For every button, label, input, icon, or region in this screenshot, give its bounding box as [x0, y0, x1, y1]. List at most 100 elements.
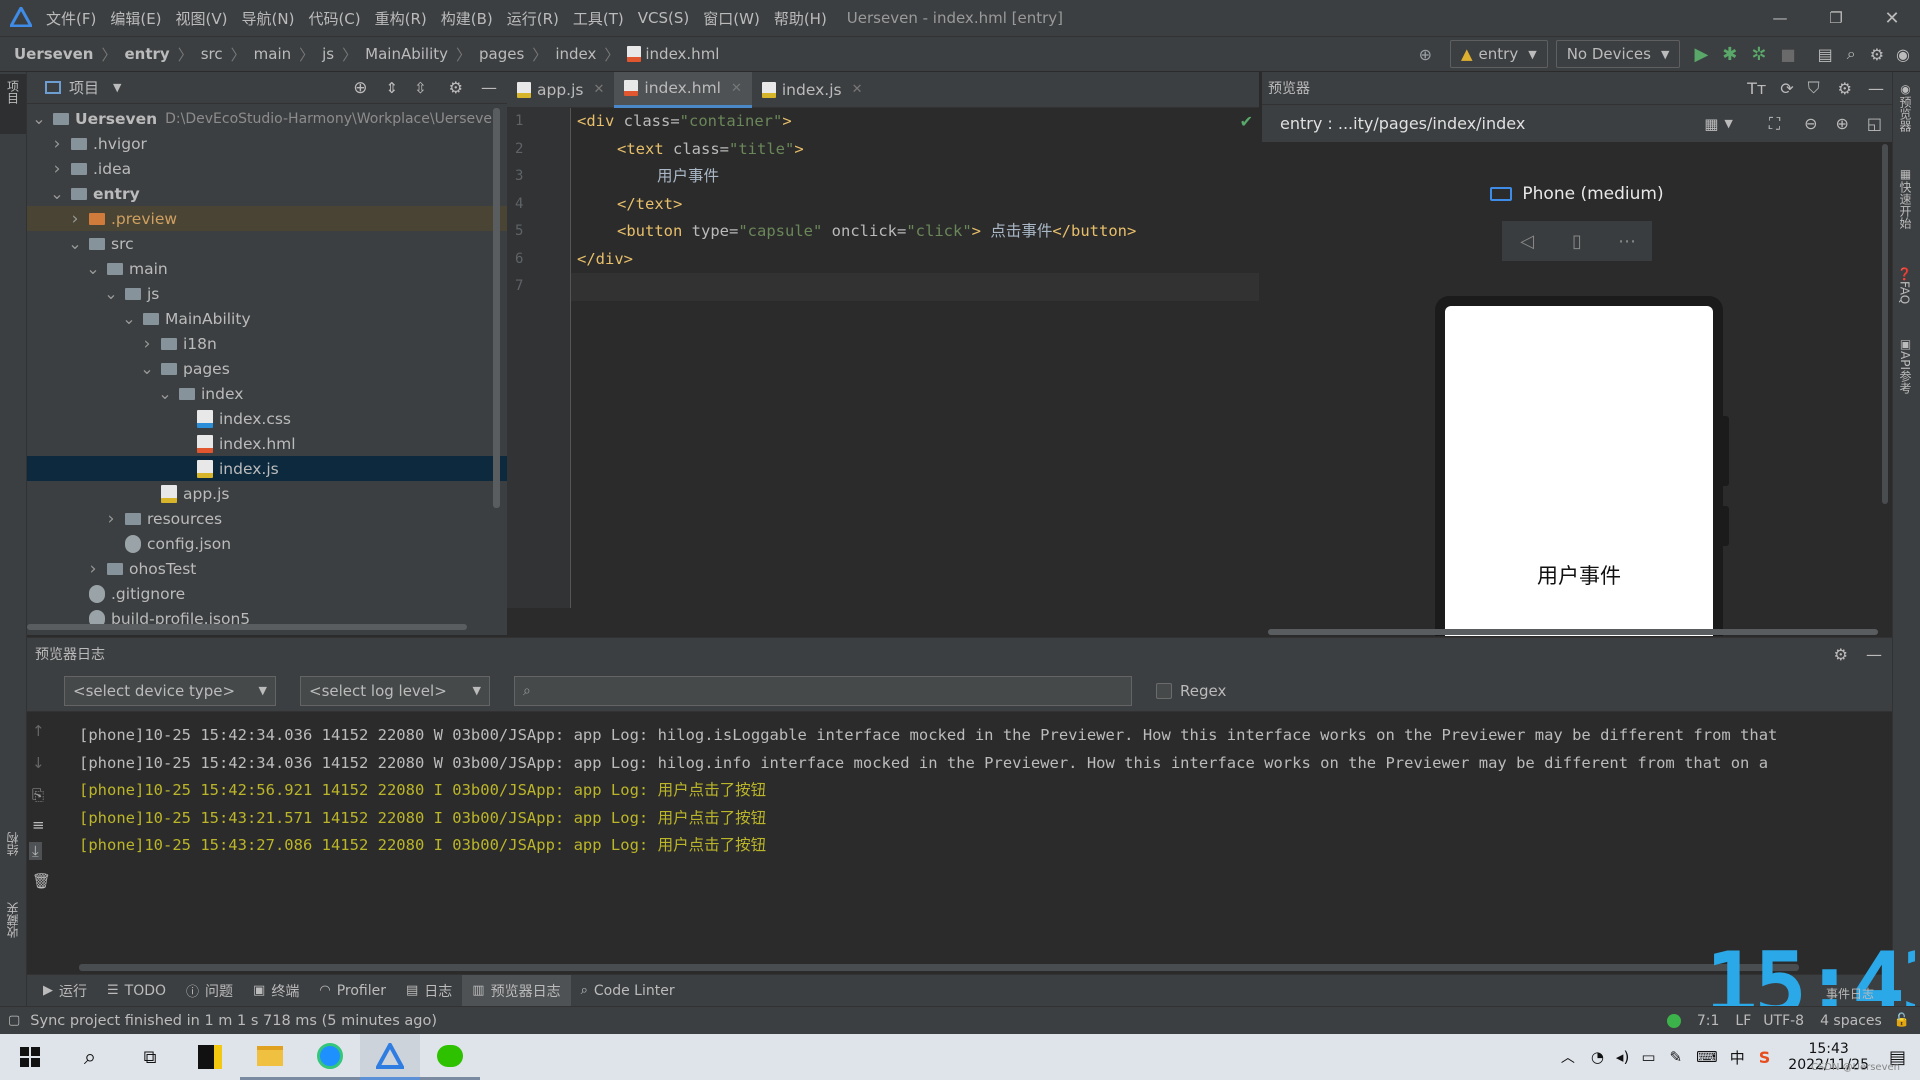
- tree-item[interactable]: ⌄ pages: [27, 356, 507, 381]
- menu-item[interactable]: 构建(B): [441, 8, 493, 29]
- minimize-button[interactable]: —: [1752, 9, 1808, 27]
- faq-tool-button[interactable]: ❓ FAQ: [1897, 267, 1912, 304]
- horizontal-scrollbar[interactable]: [79, 964, 1799, 971]
- zoom-in-icon[interactable]: ⊕: [1835, 114, 1848, 133]
- tool-tab[interactable]: ◠ Profiler: [309, 975, 396, 1007]
- search-icon[interactable]: ⌕: [1847, 44, 1856, 64]
- settings-icon[interactable]: ⚙: [1834, 645, 1848, 664]
- hide-panel-icon[interactable]: —: [1866, 645, 1882, 664]
- menu-item[interactable]: 运行(R): [507, 8, 559, 29]
- back-icon[interactable]: ◁: [1502, 231, 1552, 252]
- tool-tab[interactable]: ▥ 预览器日志: [462, 974, 571, 1007]
- chevron-down-icon[interactable]: ⌄: [157, 385, 173, 401]
- collapse-all-icon[interactable]: ⇳: [414, 79, 427, 97]
- deveco-studio-icon[interactable]: [360, 1034, 420, 1080]
- close-window-button[interactable]: ✕: [1864, 8, 1920, 29]
- chevron-down-icon[interactable]: ⌄: [85, 260, 101, 276]
- structure-tool-button[interactable]: 结构: [4, 832, 21, 860]
- chevron-down-icon[interactable]: ▼: [113, 81, 121, 94]
- inspector-icon[interactable]: ⛉: [1808, 78, 1820, 98]
- log-search-input[interactable]: ⌕: [514, 675, 1132, 706]
- menu-item[interactable]: 帮助(H): [774, 8, 827, 29]
- project-panel-title[interactable]: 项目: [69, 77, 99, 98]
- restore-button[interactable]: ❐: [1808, 9, 1864, 27]
- tree-item[interactable]: ⌄ main: [27, 256, 507, 281]
- tree-item[interactable]: › .preview: [27, 206, 507, 231]
- close-tab-icon[interactable]: ✕: [731, 81, 742, 96]
- down-icon[interactable]: ↓: [32, 754, 45, 772]
- horizontal-scrollbar[interactable]: [27, 624, 467, 630]
- tool-tab[interactable]: ⌕ Code Linter: [571, 975, 685, 1007]
- file-explorer-icon[interactable]: [240, 1034, 300, 1080]
- phone-screen[interactable]: 用户事件: [1445, 306, 1713, 636]
- rotate-icon[interactable]: ▯: [1552, 231, 1602, 252]
- chevron-right-icon[interactable]: ›: [85, 559, 101, 579]
- log-level-select[interactable]: <select log level> ▼: [300, 675, 490, 706]
- vertical-scrollbar[interactable]: [1882, 144, 1888, 504]
- project-structure-icon[interactable]: ▤: [1818, 45, 1833, 64]
- menu-item[interactable]: 工具(T): [573, 8, 624, 29]
- network-icon[interactable]: ◔: [1591, 1048, 1604, 1066]
- tree-item[interactable]: index.css: [27, 406, 507, 431]
- multi-device-icon[interactable]: ▦: [1704, 115, 1718, 133]
- search-icon[interactable]: ⌕: [60, 1034, 120, 1080]
- tree-item[interactable]: build-profile.json5: [27, 606, 507, 624]
- tree-item[interactable]: › ohosTest: [27, 556, 507, 581]
- editor-tab[interactable]: app.js ✕: [507, 72, 614, 108]
- soft-wrap-icon[interactable]: ≡: [32, 816, 45, 834]
- tree-item[interactable]: config.json: [27, 531, 507, 556]
- breadcrumb-item[interactable]: index.hml: [645, 45, 719, 63]
- account-icon[interactable]: ◉: [1896, 45, 1910, 64]
- more-icon[interactable]: ⋯: [1602, 231, 1652, 252]
- chevron-down-icon[interactable]: ⌄: [49, 185, 65, 201]
- chevron-down-icon[interactable]: ⌄: [67, 235, 83, 251]
- tool-tab[interactable]: ▤ 日志: [396, 975, 462, 1007]
- quickstart-tool-button[interactable]: ▦ 快速开始: [1897, 167, 1914, 229]
- tool-tab[interactable]: ▣ 终端: [243, 975, 309, 1007]
- tree-item[interactable]: ⌄ index: [27, 381, 507, 406]
- indent-setting[interactable]: 4 spaces: [1820, 1013, 1882, 1029]
- tree-item[interactable]: ⌄ src: [27, 231, 507, 256]
- breadcrumb-item[interactable]: main: [254, 45, 291, 63]
- previewer-tool-button[interactable]: ◉ 预览器: [1897, 82, 1914, 132]
- tree-item[interactable]: ⌄ entry: [27, 181, 507, 206]
- chevron-down-icon[interactable]: ⌄: [121, 310, 137, 326]
- chevron-down-icon[interactable]: ▼: [1724, 117, 1732, 130]
- refresh-icon[interactable]: ⟳: [1780, 79, 1793, 98]
- editor-tab[interactable]: index.hml ✕: [614, 71, 752, 108]
- tree-item[interactable]: › resources: [27, 506, 507, 531]
- volume-icon[interactable]: ◂): [1616, 1048, 1629, 1066]
- chevron-down-icon[interactable]: ⌄: [139, 360, 155, 376]
- menu-item[interactable]: 编辑(E): [110, 8, 161, 29]
- sogou-icon[interactable]: S: [1759, 1048, 1771, 1067]
- chevron-down-icon[interactable]: ⌄: [31, 110, 47, 126]
- line-separator[interactable]: LF: [1735, 1013, 1751, 1029]
- fit-screen-icon[interactable]: ⛶: [1769, 114, 1780, 134]
- tree-item[interactable]: index.js: [27, 456, 507, 481]
- project-tool-button[interactable]: 项目: [0, 74, 26, 134]
- chevron-right-icon[interactable]: ›: [103, 509, 119, 529]
- chevron-down-icon[interactable]: ⌄: [103, 285, 119, 301]
- regex-checkbox[interactable]: [1156, 682, 1172, 699]
- font-size-icon[interactable]: Tт: [1747, 79, 1766, 98]
- vertical-scrollbar[interactable]: [493, 108, 500, 508]
- delete-icon[interactable]: 🗑: [32, 872, 51, 890]
- stop-icon[interactable]: ■: [1780, 45, 1795, 64]
- pen-icon[interactable]: ✎: [1670, 1048, 1683, 1066]
- breadcrumb-item[interactable]: pages: [479, 45, 524, 63]
- tree-item[interactable]: ⌄ js: [27, 281, 507, 306]
- close-tab-icon[interactable]: ✕: [852, 82, 863, 97]
- event-log-link[interactable]: 事件日志: [1826, 985, 1874, 1002]
- tree-item[interactable]: .gitignore: [27, 581, 507, 606]
- device-type-select[interactable]: <select device type> ▼: [64, 675, 276, 706]
- menu-item[interactable]: VCS(S): [638, 9, 689, 27]
- tree-item[interactable]: › .idea: [27, 156, 507, 181]
- hide-panel-icon[interactable]: —: [1868, 79, 1884, 98]
- breadcrumb-item[interactable]: MainAbility: [365, 45, 448, 63]
- chevron-right-icon[interactable]: ›: [49, 159, 65, 179]
- zoom-out-icon[interactable]: ⊖: [1804, 114, 1817, 133]
- sticky-notes-icon[interactable]: [180, 1034, 240, 1080]
- start-button[interactable]: [0, 1034, 60, 1080]
- battery-icon[interactable]: ▭: [1641, 1048, 1655, 1066]
- menu-item[interactable]: 导航(N): [242, 8, 295, 29]
